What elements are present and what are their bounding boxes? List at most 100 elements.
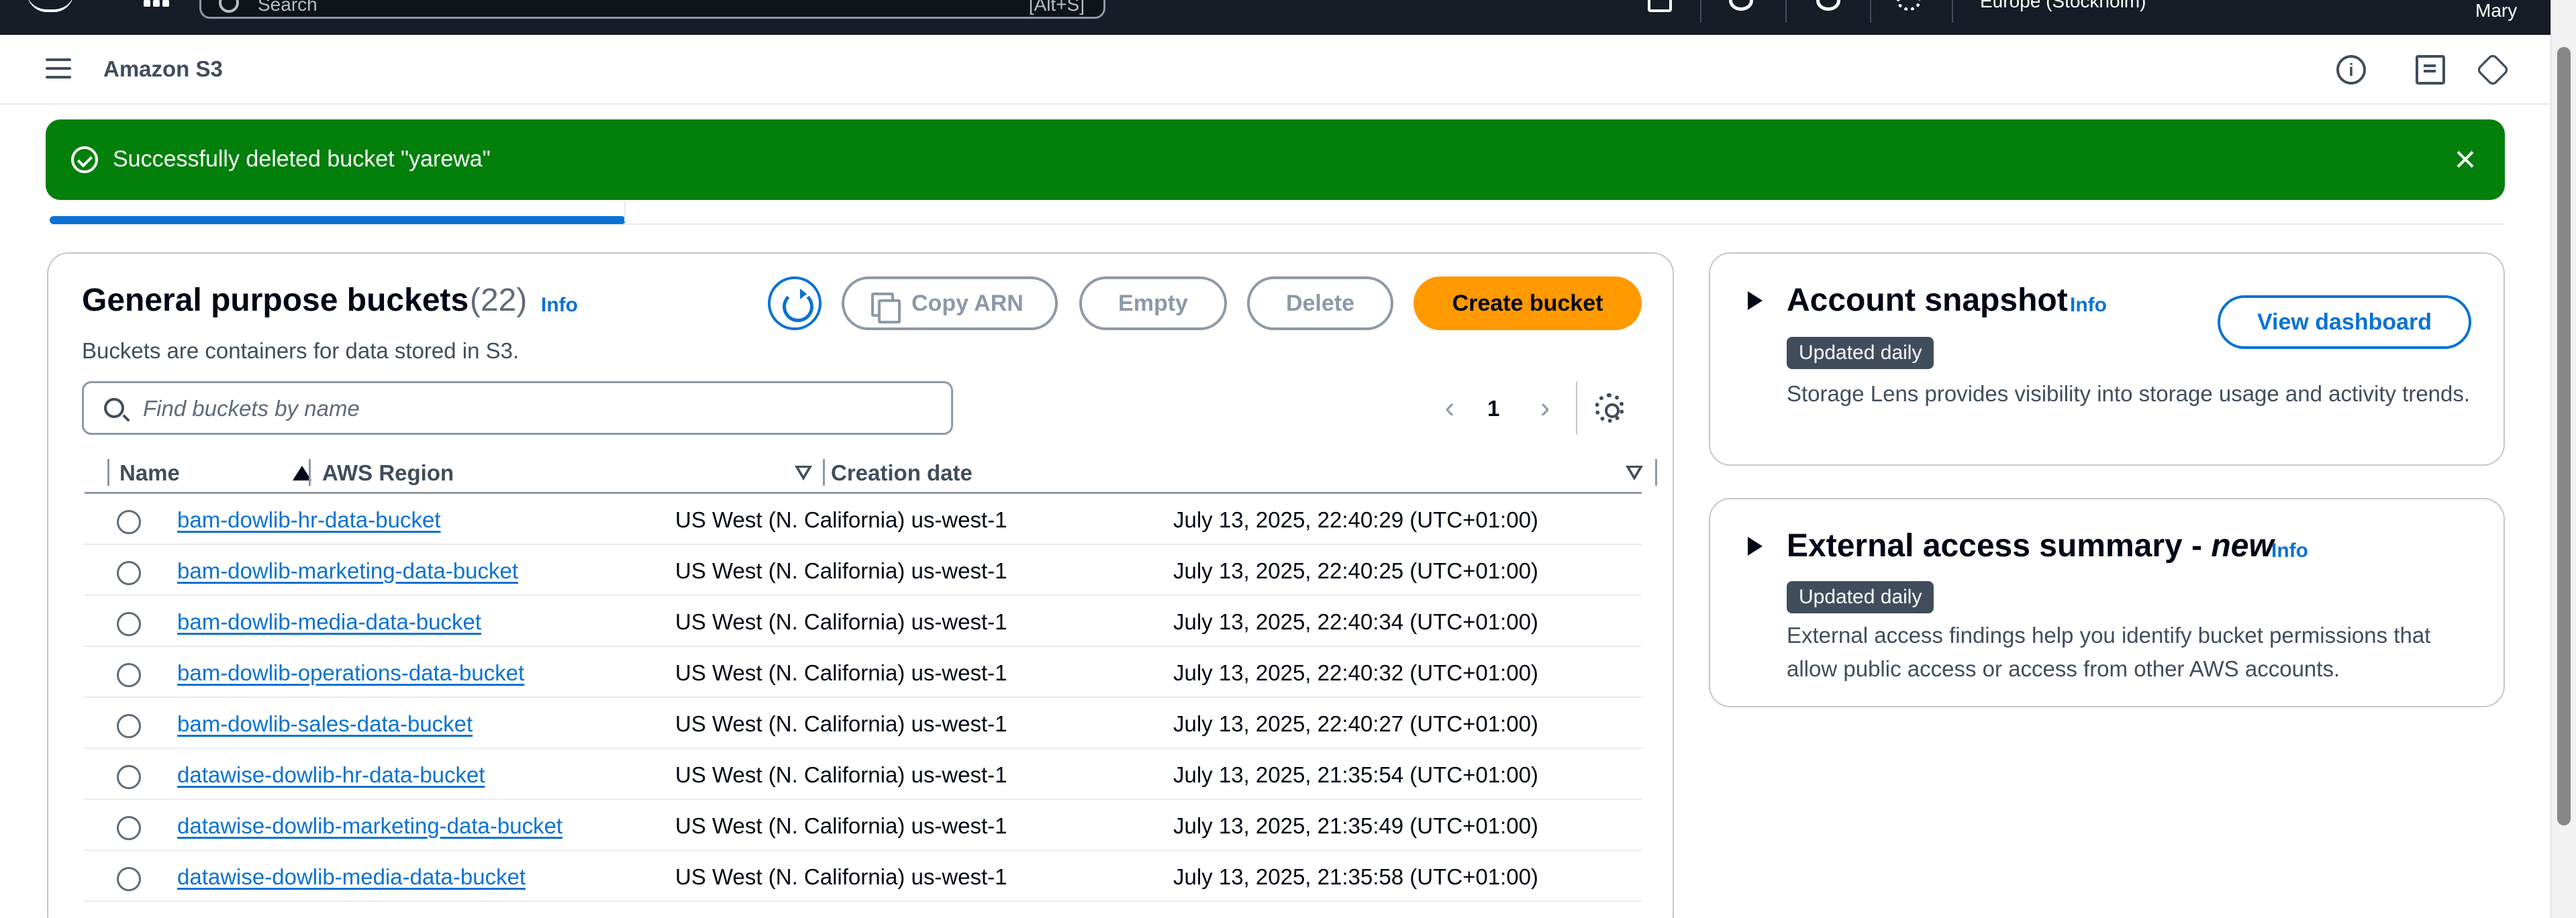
bucket-creation-date: July 13, 2025, 21:35:49 (UTC+01:00) bbox=[1173, 813, 1538, 838]
column-header-region[interactable]: AWS Region bbox=[322, 460, 454, 486]
find-buckets-search bbox=[82, 381, 953, 435]
top-navigation-bar: Search [Alt+S] Europe (Stockholm) Mary bbox=[0, 0, 2550, 35]
global-search-placeholder: Search bbox=[258, 0, 317, 15]
bucket-region: US West (N. California) us-west-1 bbox=[675, 711, 1007, 736]
sort-descending-icon[interactable] bbox=[795, 466, 812, 480]
table-row: datawise-dowlib-media-data-bucket US Wes… bbox=[85, 851, 1642, 902]
service-title: Amazon S3 bbox=[103, 56, 223, 81]
row-select-radio[interactable] bbox=[117, 561, 141, 585]
find-buckets-input[interactable] bbox=[143, 389, 935, 429]
bucket-creation-date: July 13, 2025, 21:35:54 (UTC+01:00) bbox=[1173, 762, 1538, 787]
table-preferences-gear-icon[interactable] bbox=[1595, 393, 1624, 423]
pager-divider bbox=[1576, 381, 1577, 435]
nav-divider bbox=[1785, 0, 1787, 23]
copy-arn-button[interactable]: Copy ARN bbox=[842, 276, 1058, 330]
notifications-bell-icon[interactable] bbox=[1729, 0, 1753, 11]
bucket-name-link[interactable]: bam-dowlib-hr-data-bucket bbox=[177, 507, 441, 533]
bucket-region: US West (N. California) us-west-1 bbox=[675, 609, 1007, 634]
updated-daily-badge: Updated daily bbox=[1787, 337, 1934, 369]
column-resizer[interactable] bbox=[1655, 459, 1657, 486]
help-icon[interactable] bbox=[1816, 0, 1840, 11]
column-resizer[interactable] bbox=[107, 459, 109, 486]
external-access-title-text: External access summary - bbox=[1787, 528, 2212, 564]
external-access-title[interactable]: External access summary - new bbox=[1787, 527, 2274, 564]
column-header-name[interactable]: Name bbox=[119, 460, 180, 486]
row-select-radio[interactable] bbox=[117, 612, 141, 636]
refresh-button[interactable] bbox=[768, 276, 822, 330]
table-row: bam-dowlib-media-data-bucket US West (N.… bbox=[85, 596, 1642, 647]
bucket-region: US West (N. California) us-west-1 bbox=[675, 507, 1007, 532]
external-access-description: External access findings help you identi… bbox=[1787, 623, 2431, 681]
scrollbar-thumb[interactable] bbox=[2557, 47, 2571, 825]
settings-gear-icon[interactable] bbox=[1897, 0, 1921, 11]
info-circle-icon[interactable] bbox=[2336, 55, 2366, 85]
expand-caret-icon[interactable] bbox=[1748, 537, 1763, 556]
current-page-number[interactable]: 1 bbox=[1487, 396, 1499, 421]
global-search-input[interactable]: Search [Alt+S] bbox=[199, 0, 1105, 19]
table-row: datawise-dowlib-hr-data-bucket US West (… bbox=[85, 749, 1642, 800]
close-icon[interactable]: × bbox=[2450, 140, 2481, 178]
bucket-name-link[interactable]: bam-dowlib-media-data-bucket bbox=[177, 609, 481, 635]
services-grid-icon[interactable] bbox=[144, 0, 170, 11]
search-icon bbox=[104, 398, 124, 418]
sort-descending-icon[interactable] bbox=[1626, 466, 1643, 480]
buckets-count: (22) bbox=[470, 283, 528, 318]
cloudshell-icon[interactable] bbox=[1648, 0, 1672, 12]
nav-divider bbox=[1700, 0, 1701, 23]
table-row: bam-dowlib-hr-data-bucket US West (N. Ca… bbox=[85, 494, 1642, 545]
page-scrollbar[interactable] bbox=[2550, 0, 2576, 918]
row-select-radio[interactable] bbox=[117, 816, 141, 840]
account-menu[interactable]: Mary bbox=[2475, 0, 2517, 21]
row-select-radio[interactable] bbox=[117, 663, 141, 687]
bucket-name-link[interactable]: bam-dowlib-marketing-data-bucket bbox=[177, 558, 518, 584]
bucket-region: US West (N. California) us-west-1 bbox=[675, 558, 1007, 583]
row-select-radio[interactable] bbox=[117, 510, 141, 534]
create-bucket-button[interactable]: Create bucket bbox=[1414, 276, 1642, 330]
bucket-name-link[interactable]: datawise-dowlib-marketing-data-bucket bbox=[177, 813, 562, 839]
row-select-radio[interactable] bbox=[117, 867, 141, 891]
column-resizer[interactable] bbox=[823, 459, 825, 486]
menu-hamburger-icon[interactable] bbox=[46, 58, 71, 79]
expand-caret-icon[interactable] bbox=[1748, 291, 1763, 310]
bucket-name-link[interactable]: datawise-dowlib-hr-data-bucket bbox=[177, 762, 485, 788]
updated-daily-badge: Updated daily bbox=[1787, 581, 1934, 613]
column-header-creation-date[interactable]: Creation date bbox=[831, 460, 973, 486]
external-access-info-link[interactable]: Info bbox=[2271, 540, 2308, 562]
buckets-description: Buckets are containers for data stored i… bbox=[82, 338, 519, 363]
tab-general-purpose-active-indicator[interactable] bbox=[50, 216, 626, 224]
search-icon bbox=[219, 0, 239, 13]
buckets-info-link[interactable]: Info bbox=[541, 294, 578, 317]
success-flash-banner: Successfully deleted bucket "yarewa" × bbox=[46, 119, 2505, 200]
table-row: bam-dowlib-marketing-data-bucket US West… bbox=[85, 545, 1642, 596]
previous-page-chevron-icon[interactable]: ‹ bbox=[1436, 393, 1463, 423]
bucket-name-link[interactable]: bam-dowlib-operations-data-bucket bbox=[177, 660, 524, 686]
bucket-creation-date: July 13, 2025, 22:40:34 (UTC+01:00) bbox=[1173, 609, 1538, 634]
search-shortcut-hint: [Alt+S] bbox=[1028, 0, 1085, 15]
row-select-radio[interactable] bbox=[117, 714, 141, 738]
region-selector[interactable]: Europe (Stockholm) bbox=[1980, 0, 2146, 12]
aws-logo-icon[interactable] bbox=[27, 0, 74, 12]
bucket-name-link[interactable]: bam-dowlib-sales-data-bucket bbox=[177, 711, 473, 737]
buckets-heading: General purpose buckets bbox=[82, 283, 469, 318]
bucket-creation-date: July 13, 2025, 22:40:25 (UTC+01:00) bbox=[1173, 558, 1538, 583]
row-select-radio[interactable] bbox=[117, 765, 141, 789]
delete-button[interactable]: Delete bbox=[1247, 276, 1393, 330]
column-resizer[interactable] bbox=[309, 459, 311, 486]
service-header: Amazon S3 bbox=[0, 35, 2550, 105]
bucket-name-link[interactable]: datawise-dowlib-media-data-bucket bbox=[177, 864, 526, 890]
check-circle-icon bbox=[71, 146, 98, 173]
account-snapshot-info-link[interactable]: Info bbox=[2070, 294, 2107, 317]
account-snapshot-title[interactable]: Account snapshot bbox=[1787, 282, 2068, 319]
notes-panel-icon[interactable] bbox=[2416, 55, 2445, 85]
external-access-new-label: new bbox=[2211, 528, 2274, 564]
empty-button[interactable]: Empty bbox=[1079, 276, 1227, 330]
table-row: bam-dowlib-operations-data-bucket US Wes… bbox=[85, 647, 1642, 698]
view-dashboard-button[interactable]: View dashboard bbox=[2218, 295, 2471, 349]
external-access-summary-panel: External access summary - new Info Updat… bbox=[1709, 498, 2505, 707]
s3-console-page: Search [Alt+S] Europe (Stockholm) Mary A… bbox=[0, 0, 2576, 918]
security-shield-icon[interactable] bbox=[2475, 52, 2510, 87]
table-header: Name AWS Region Creation date bbox=[85, 448, 1657, 494]
account-snapshot-description: Storage Lens provides visibility into st… bbox=[1787, 381, 2471, 406]
tab-separator bbox=[624, 201, 626, 221]
next-page-chevron-icon[interactable]: › bbox=[1532, 393, 1558, 423]
